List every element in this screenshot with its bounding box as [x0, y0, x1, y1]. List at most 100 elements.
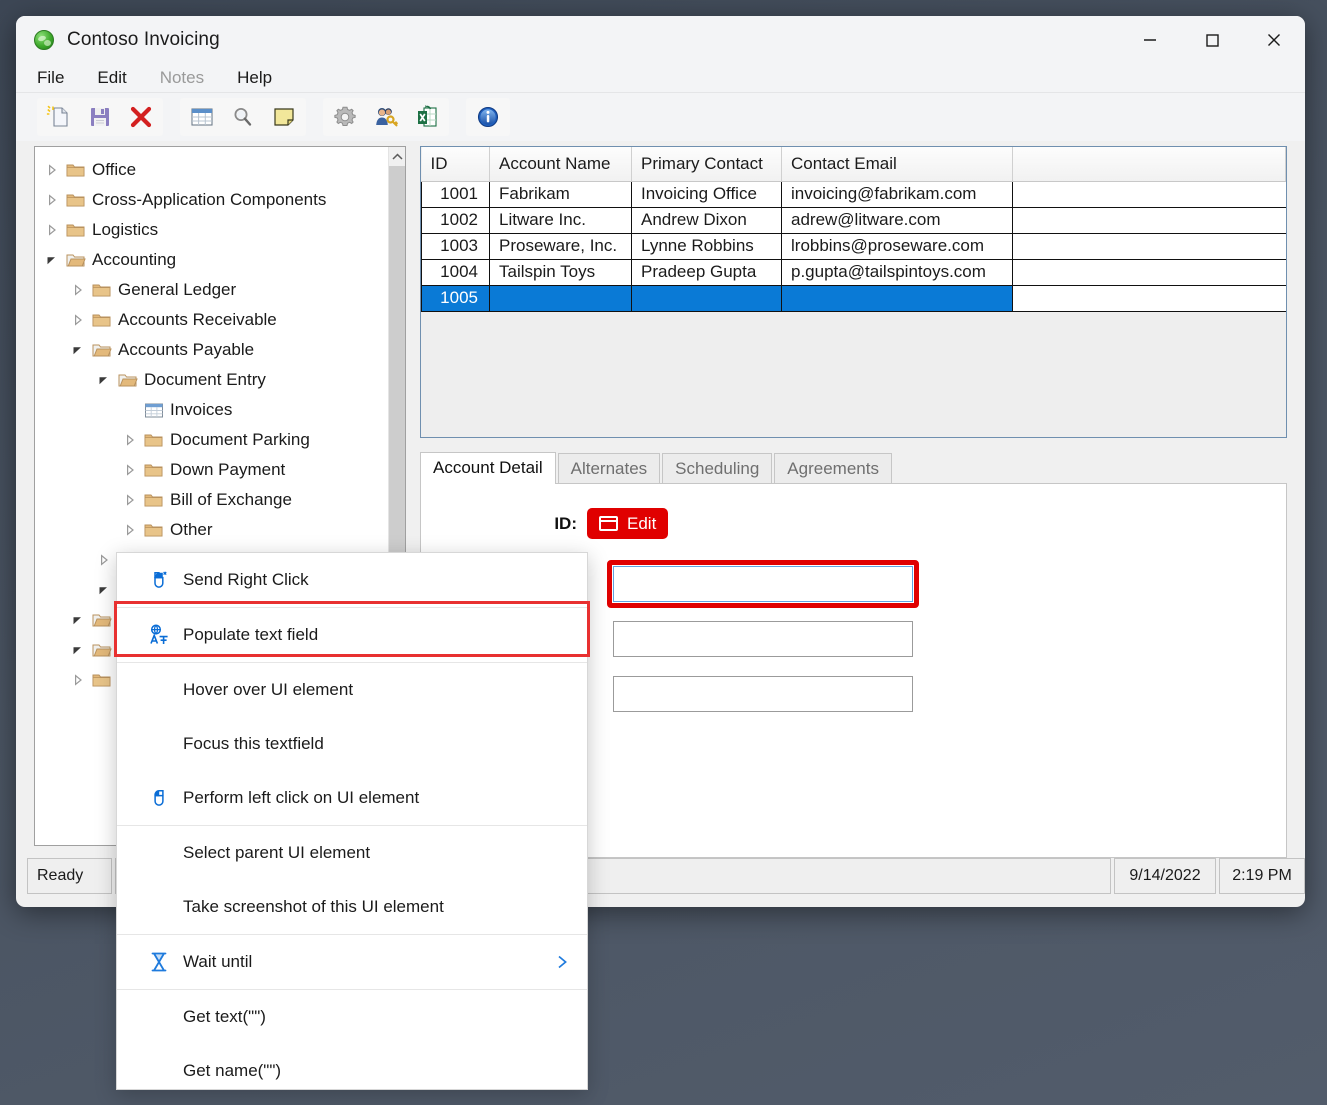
cell-contact-email[interactable]: lrobbins@proseware.com: [782, 233, 1013, 259]
triangle-right-icon[interactable]: [67, 674, 89, 686]
table-row[interactable]: 1004Tailspin ToysPradeep Guptap.gupta@ta…: [422, 259, 1286, 285]
table-row[interactable]: 1003Proseware, Inc.Lynne Robbinslrobbins…: [422, 233, 1286, 259]
users-key-icon[interactable]: [371, 102, 401, 132]
menu-item-edit[interactable]: Edit: [94, 67, 129, 89]
context-menu-item-populate-text-field[interactable]: Populate text field: [117, 608, 587, 662]
triangle-down-icon[interactable]: [67, 644, 89, 656]
note-icon[interactable]: [269, 102, 299, 132]
tree-node-invoices[interactable]: Invoices: [35, 395, 388, 425]
triangle-down-icon[interactable]: [41, 254, 63, 266]
cell-contact-email[interactable]: adrew@litware.com: [782, 207, 1013, 233]
tree-node-accounts-payable[interactable]: Accounts Payable: [35, 335, 388, 365]
chevron-up-icon[interactable]: [389, 147, 405, 166]
triangle-right-icon[interactable]: [93, 554, 115, 566]
cell-primary-contact[interactable]: Pradeep Gupta: [632, 259, 782, 285]
column-header-account-name[interactable]: Account Name: [490, 147, 632, 181]
tree-node-cross-application-components[interactable]: Cross-Application Components: [35, 185, 388, 215]
cell-primary-contact[interactable]: Invoicing Office: [632, 181, 782, 207]
triangle-right-icon[interactable]: [67, 284, 89, 296]
settings-gear-icon[interactable]: [330, 102, 360, 132]
context-menu-item-select-parent-ui-element[interactable]: Select parent UI element: [117, 826, 587, 880]
tree-node-other[interactable]: Other: [35, 515, 388, 545]
search-icon[interactable]: [228, 102, 258, 132]
cell-account-name[interactable]: Proseware, Inc.: [490, 233, 632, 259]
cell-id[interactable]: 1003: [422, 233, 490, 259]
context-menu-item-perform-left-click-on-ui-element[interactable]: Perform left click on UI element: [117, 771, 587, 825]
cell-account-name[interactable]: [490, 285, 632, 311]
column-header-id[interactable]: ID: [422, 147, 490, 181]
context-menu-item-hover-over-ui-element[interactable]: Hover over UI element: [117, 663, 587, 717]
cell-id[interactable]: 1004: [422, 259, 490, 285]
close-icon[interactable]: [1243, 16, 1305, 63]
tree-node-logistics[interactable]: Logistics: [35, 215, 388, 245]
context-menu-item-take-screenshot-of-this-ui-element[interactable]: Take screenshot of this UI element: [117, 880, 587, 934]
cell-account-name[interactable]: Fabrikam: [490, 181, 632, 207]
tree-node-down-payment[interactable]: Down Payment: [35, 455, 388, 485]
table-row[interactable]: 1005: [422, 285, 1286, 311]
detail-field-3[interactable]: [613, 676, 913, 712]
cell-id[interactable]: 1002: [422, 207, 490, 233]
column-header-contact-email[interactable]: Contact Email: [782, 147, 1013, 181]
folder-open-icon: [115, 372, 141, 389]
cell-account-name[interactable]: Litware Inc.: [490, 207, 632, 233]
accounts-table: ID Account Name Primary Contact Contact …: [421, 147, 1286, 312]
tab-scheduling[interactable]: Scheduling: [662, 453, 772, 484]
edit-annotation-badge[interactable]: Edit: [587, 508, 668, 539]
table-row[interactable]: 1002Litware Inc.Andrew Dixonadrew@litwar…: [422, 207, 1286, 233]
tree-node-accounting[interactable]: Accounting: [35, 245, 388, 275]
cell-contact-email[interactable]: p.gupta@tailspintoys.com: [782, 259, 1013, 285]
cell-primary-contact[interactable]: Lynne Robbins: [632, 233, 782, 259]
tree-node-label: Down Payment: [167, 460, 285, 480]
triangle-down-icon[interactable]: [67, 614, 89, 626]
triangle-down-icon[interactable]: [67, 344, 89, 356]
triangle-right-icon[interactable]: [67, 314, 89, 326]
tree-node-bill-of-exchange[interactable]: Bill of Exchange: [35, 485, 388, 515]
tree-node-accounts-receivable[interactable]: Accounts Receivable: [35, 305, 388, 335]
cell-primary-contact[interactable]: Andrew Dixon: [632, 207, 782, 233]
tab-alternates[interactable]: Alternates: [558, 453, 661, 484]
tree-node-office[interactable]: Office: [35, 155, 388, 185]
cell-id[interactable]: 1005: [422, 285, 490, 311]
context-menu-item-label: Focus this textfield: [183, 734, 587, 754]
id-field[interactable]: [613, 566, 913, 602]
column-header-primary-contact[interactable]: Primary Contact: [632, 147, 782, 181]
save-icon[interactable]: [85, 102, 115, 132]
triangle-down-icon[interactable]: [93, 374, 115, 386]
context-menu-item-get-text[interactable]: Get text(""): [117, 990, 587, 1044]
cell-id[interactable]: 1001: [422, 181, 490, 207]
triangle-right-icon[interactable]: [41, 164, 63, 176]
cell-contact-email[interactable]: [782, 285, 1013, 311]
maximize-icon[interactable]: [1181, 16, 1243, 63]
toolbar: [16, 93, 1305, 141]
cell-primary-contact[interactable]: [632, 285, 782, 311]
grid-icon: [141, 402, 167, 419]
tree-node-general-ledger[interactable]: General Ledger: [35, 275, 388, 305]
triangle-right-icon[interactable]: [119, 524, 141, 536]
menu-item-file[interactable]: File: [34, 67, 67, 89]
triangle-right-icon[interactable]: [119, 494, 141, 506]
tab-agreements[interactable]: Agreements: [774, 453, 892, 484]
menu-item-help[interactable]: Help: [234, 67, 275, 89]
minimize-icon[interactable]: [1119, 16, 1181, 63]
triangle-right-icon[interactable]: [41, 224, 63, 236]
context-menu-item-get-name[interactable]: Get name(""): [117, 1044, 587, 1098]
context-menu-item-send-right-click[interactable]: Send Right Click: [117, 553, 587, 607]
triangle-right-icon[interactable]: [119, 464, 141, 476]
triangle-down-icon[interactable]: [93, 584, 115, 596]
tree-node-document-parking[interactable]: Document Parking: [35, 425, 388, 455]
tree-node-document-entry[interactable]: Document Entry: [35, 365, 388, 395]
triangle-right-icon[interactable]: [41, 194, 63, 206]
cell-contact-email[interactable]: invoicing@fabrikam.com: [782, 181, 1013, 207]
new-document-icon[interactable]: [44, 102, 74, 132]
table-row[interactable]: 1001FabrikamInvoicing Officeinvoicing@fa…: [422, 181, 1286, 207]
tab-account-detail[interactable]: Account Detail: [420, 452, 556, 484]
triangle-right-icon[interactable]: [119, 434, 141, 446]
context-menu-item-wait-until[interactable]: Wait until: [117, 935, 587, 989]
export-excel-icon[interactable]: [412, 102, 442, 132]
table-icon[interactable]: [187, 102, 217, 132]
info-icon[interactable]: [473, 102, 503, 132]
cell-account-name[interactable]: Tailspin Toys: [490, 259, 632, 285]
delete-icon[interactable]: [126, 102, 156, 132]
context-menu-item-focus-this-textfield[interactable]: Focus this textfield: [117, 717, 587, 771]
detail-field-2[interactable]: [613, 621, 913, 657]
